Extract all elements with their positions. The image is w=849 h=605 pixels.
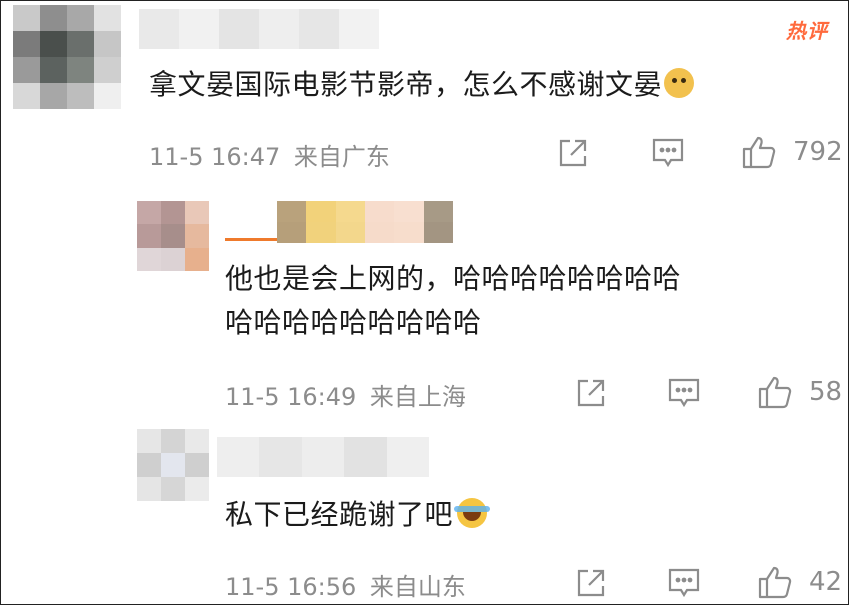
- avatar[interactable]: [137, 429, 209, 501]
- reply-time: 11-5 16:56: [225, 573, 357, 601]
- comment-meta: 11-5 16:47 来自广东: [149, 137, 390, 172]
- reply-location: 来自上海: [369, 383, 466, 411]
- comment-text: 拿文晏国际电影节影帝，怎么不感谢文晏: [149, 63, 695, 107]
- comment-time: 11-5 16:47: [149, 143, 281, 171]
- thumbs-up-icon[interactable]: [741, 135, 777, 169]
- comment-icon[interactable]: [651, 137, 685, 169]
- reply-line: 哈哈哈哈哈哈哈哈哈: [225, 306, 482, 339]
- comment-icon[interactable]: [667, 377, 701, 409]
- comment-location: 来自广东: [293, 143, 390, 171]
- comment-icon[interactable]: [667, 567, 701, 599]
- like-count: 58: [809, 377, 843, 407]
- share-icon[interactable]: [575, 377, 607, 409]
- reply-body: 私下已经跪谢了吧: [225, 498, 454, 531]
- reply-text: 私下已经跪谢了吧: [225, 493, 491, 537]
- username[interactable]: [217, 437, 429, 477]
- reply-meta: 11-5 16:56 来自山东: [225, 567, 466, 602]
- comment-thread: 热评 拿文晏国际电影节影帝，怎么不感谢文晏 11-5 16:47 来自广东 79…: [0, 0, 849, 605]
- username-underline: [225, 238, 279, 241]
- thumbs-up-icon[interactable]: [757, 375, 793, 409]
- reply-text: 他也是会上网的，哈哈哈哈哈哈哈哈 哈哈哈哈哈哈哈哈哈: [225, 257, 681, 345]
- hot-comment-badge: 热评: [786, 19, 828, 43]
- comment-body: 拿文晏国际电影节影帝，怎么不感谢文晏: [149, 68, 663, 101]
- username[interactable]: [277, 201, 453, 243]
- reply-time: 11-5 16:49: [225, 383, 357, 411]
- share-icon[interactable]: [575, 567, 607, 599]
- laugh-cry-emoji: [454, 498, 491, 528]
- reply-line: 他也是会上网的，哈哈哈哈哈哈哈哈: [225, 262, 682, 295]
- thumbs-up-icon[interactable]: [757, 565, 793, 599]
- doge-emoji: [664, 68, 695, 98]
- like-count: 42: [809, 567, 843, 597]
- avatar[interactable]: [13, 5, 121, 109]
- like-count: 792: [793, 137, 843, 167]
- reply-meta: 11-5 16:49 来自上海: [225, 377, 466, 412]
- avatar[interactable]: [137, 201, 209, 271]
- share-icon[interactable]: [557, 137, 589, 169]
- username[interactable]: [139, 9, 379, 49]
- reply-location: 来自山东: [369, 573, 466, 601]
